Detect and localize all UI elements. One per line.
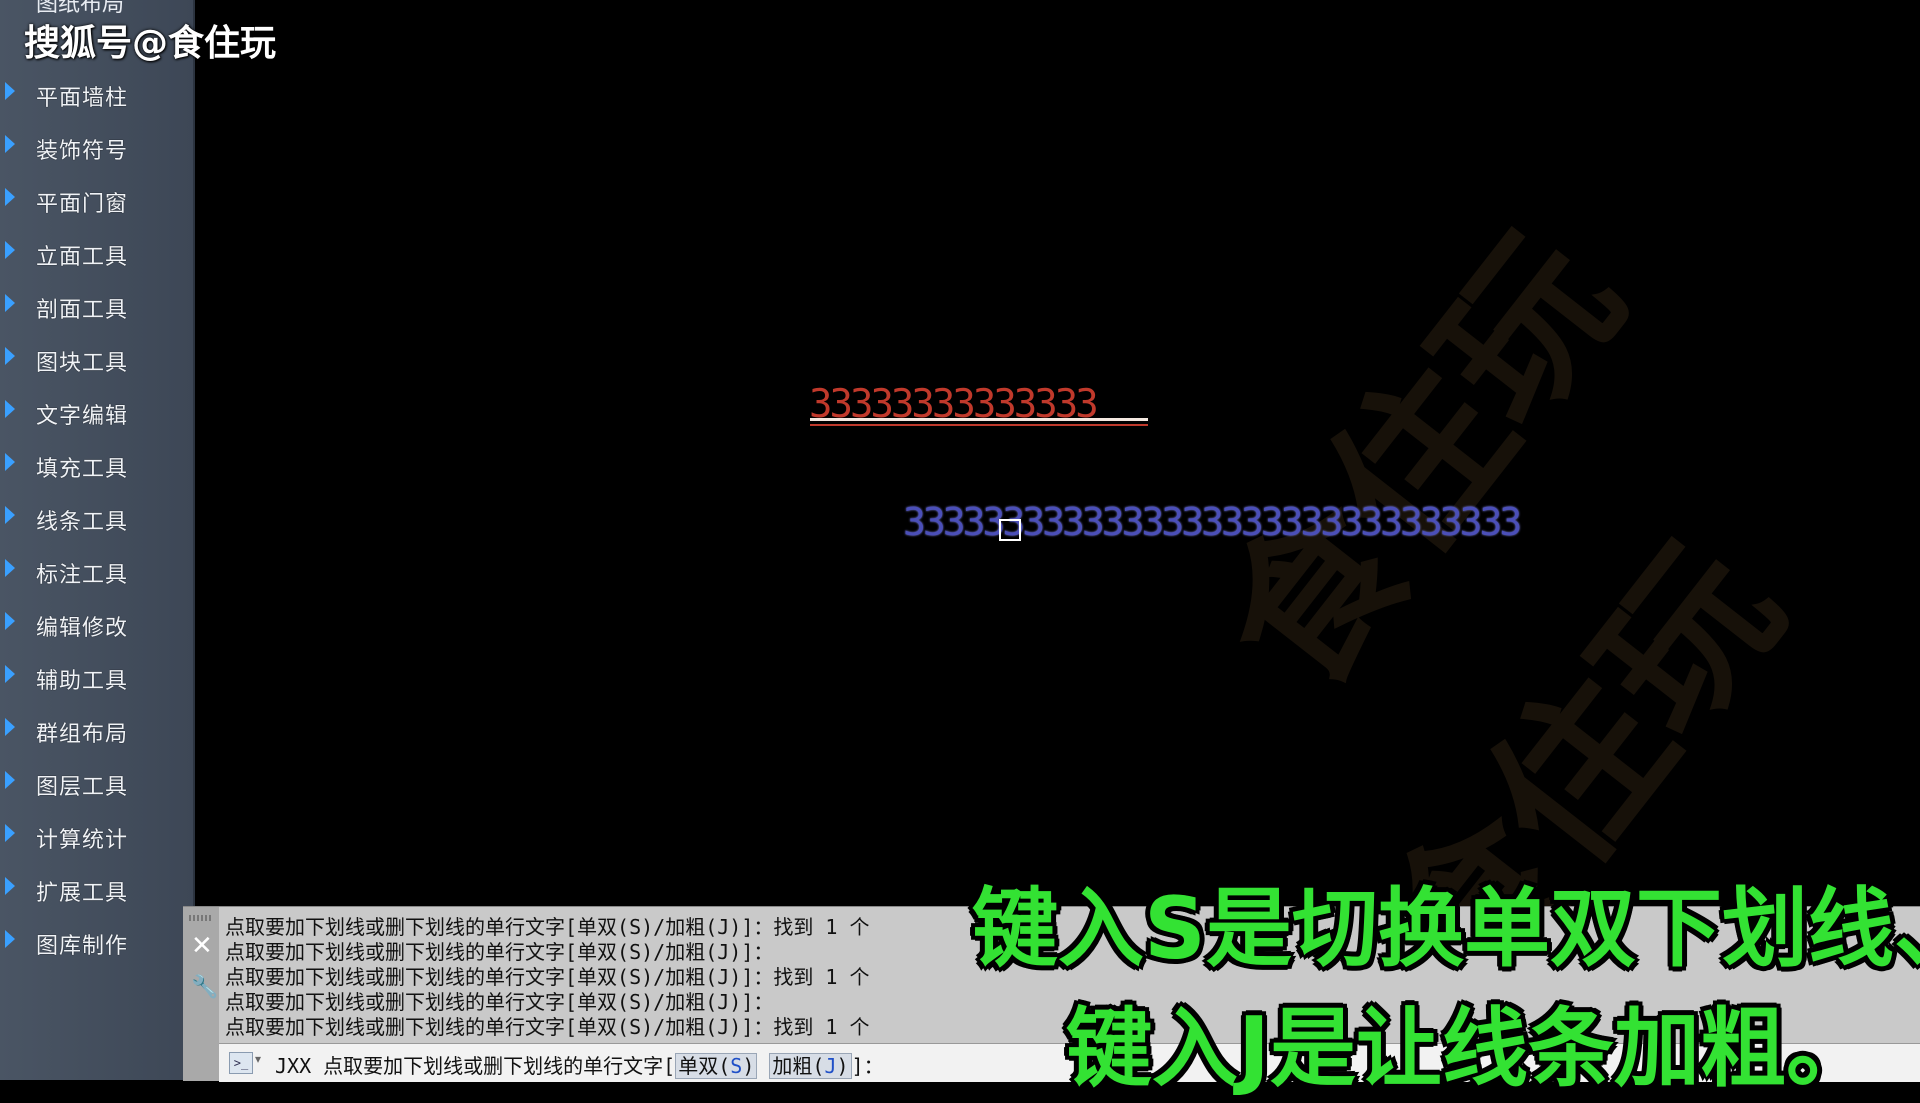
sidebar-item-section-tools[interactable]: 剖面工具 [0, 286, 190, 330]
command-prompt-suffix: ]： [851, 1054, 884, 1078]
sidebar-item-label: 填充工具 [36, 457, 129, 482]
command-panel-handle[interactable]: ✕ 🔧 [183, 907, 219, 1081]
subtitle-line-1: 键入S是切换单双下划线、 [972, 879, 1920, 979]
sidebar-item-group-layout[interactable]: 群组布局 [0, 710, 190, 754]
sidebar-item-calc-stats[interactable]: 计算统计 [0, 816, 190, 860]
sidebar-item-label: 编辑修改 [36, 616, 129, 641]
sidebar-item-label: 剖面工具 [36, 298, 129, 323]
option-bold-button[interactable]: 加粗(J) [769, 1053, 852, 1079]
sidebar-item-edit-modify[interactable]: 编辑修改 [0, 604, 190, 648]
sidebar-item-label: 辅助工具 [36, 669, 129, 694]
sidebar-item-extend-tools[interactable]: 扩展工具 [0, 869, 190, 913]
option-single-double-button[interactable]: 单双(S) [675, 1053, 758, 1079]
expand-triangle-icon [5, 612, 15, 630]
wrench-icon[interactable]: 🔧 [191, 975, 218, 1000]
sidebar-item-label: 计算统计 [36, 828, 129, 853]
sidebar-item-plane-door-window[interactable]: 平面门窗 [0, 180, 190, 224]
sidebar-item-label: 群组布局 [36, 722, 129, 747]
command-prompt-icon[interactable]: >_ [229, 1052, 253, 1074]
sidebar-item-decor-symbol[interactable]: 装饰符号 [0, 127, 190, 171]
sidebar-item-label: 平面门窗 [36, 192, 129, 217]
command-input[interactable]: JXX 点取要加下划线或删下划线的单行文字[单双(S) 加粗(J)]： [275, 1050, 884, 1079]
expand-triangle-icon [5, 718, 15, 736]
expand-triangle-icon [5, 930, 15, 948]
sidebar-item-layer-tools[interactable]: 图层工具 [0, 763, 190, 807]
sidebar-item-text-edit[interactable]: 文字编辑 [0, 392, 190, 436]
close-icon[interactable]: ✕ [191, 933, 213, 959]
chevron-down-icon[interactable]: ▾ [255, 1052, 261, 1066]
double-underline-bottom [810, 424, 1148, 426]
sidebar-item-label: 文字编辑 [36, 404, 129, 429]
sidebar-item-label: 扩展工具 [36, 881, 129, 906]
double-underline-top [810, 418, 1148, 421]
sidebar-item-aux-tools[interactable]: 辅助工具 [0, 657, 190, 701]
selected-text-blue[interactable]: 3333333333333333333333333333333 [903, 500, 1522, 544]
expand-triangle-icon [5, 294, 15, 312]
sidebar: 图纸布局 平面墙柱 装饰符号 平面门窗 立面工具 剖面工具 图块工具 文字编辑 … [0, 0, 195, 1080]
sidebar-item-label: 图层工具 [36, 775, 129, 800]
expand-triangle-icon [5, 82, 15, 100]
sidebar-item-plane-wall[interactable]: 平面墙柱 [0, 74, 190, 118]
sidebar-item-library-make[interactable]: 图库制作 [0, 922, 190, 966]
expand-triangle-icon [5, 135, 15, 153]
expand-triangle-icon [5, 824, 15, 842]
sidebar-item-label: 图块工具 [36, 351, 129, 376]
expand-triangle-icon [5, 877, 15, 895]
expand-triangle-icon [5, 665, 15, 683]
sidebar-item-label: 立面工具 [36, 245, 129, 270]
sidebar-item-fill-tools[interactable]: 填充工具 [0, 445, 190, 489]
sidebar-item-label: 标注工具 [36, 563, 129, 588]
command-prompt-text: JXX 点取要加下划线或删下划线的单行文字[ [275, 1054, 676, 1078]
expand-triangle-icon [5, 506, 15, 524]
sidebar-item-block-tools[interactable]: 图块工具 [0, 339, 190, 383]
sidebar-item-label: 装饰符号 [36, 139, 129, 164]
grip-icon[interactable] [189, 915, 213, 921]
sidebar-item-dimension-tools[interactable]: 标注工具 [0, 551, 190, 595]
sidebar-item-label: 图库制作 [36, 934, 129, 959]
expand-triangle-icon [5, 241, 15, 259]
sidebar-item-line-tools[interactable]: 线条工具 [0, 498, 190, 542]
expand-triangle-icon [5, 559, 15, 577]
subtitle-line-2: 键入J是让线条加粗。 [1066, 999, 1872, 1099]
command-history-line: 点取要加下划线或删下划线的单行文字[单双(S)/加粗(J)]：找到 1 个 [225, 1015, 870, 1039]
expand-triangle-icon [5, 453, 15, 471]
sidebar-item-label: 平面墙柱 [36, 86, 129, 111]
expand-triangle-icon [5, 347, 15, 365]
expand-triangle-icon [5, 188, 15, 206]
expand-triangle-icon [5, 771, 15, 789]
sidebar-item-label: 线条工具 [36, 510, 129, 535]
pick-box-cursor [999, 519, 1021, 541]
drawing-canvas[interactable]: 食住玩 食住玩 33333333333333 33333333333333333… [195, 0, 1920, 1035]
sidebar-item-elevation-tools[interactable]: 立面工具 [0, 233, 190, 277]
expand-triangle-icon [5, 400, 15, 418]
